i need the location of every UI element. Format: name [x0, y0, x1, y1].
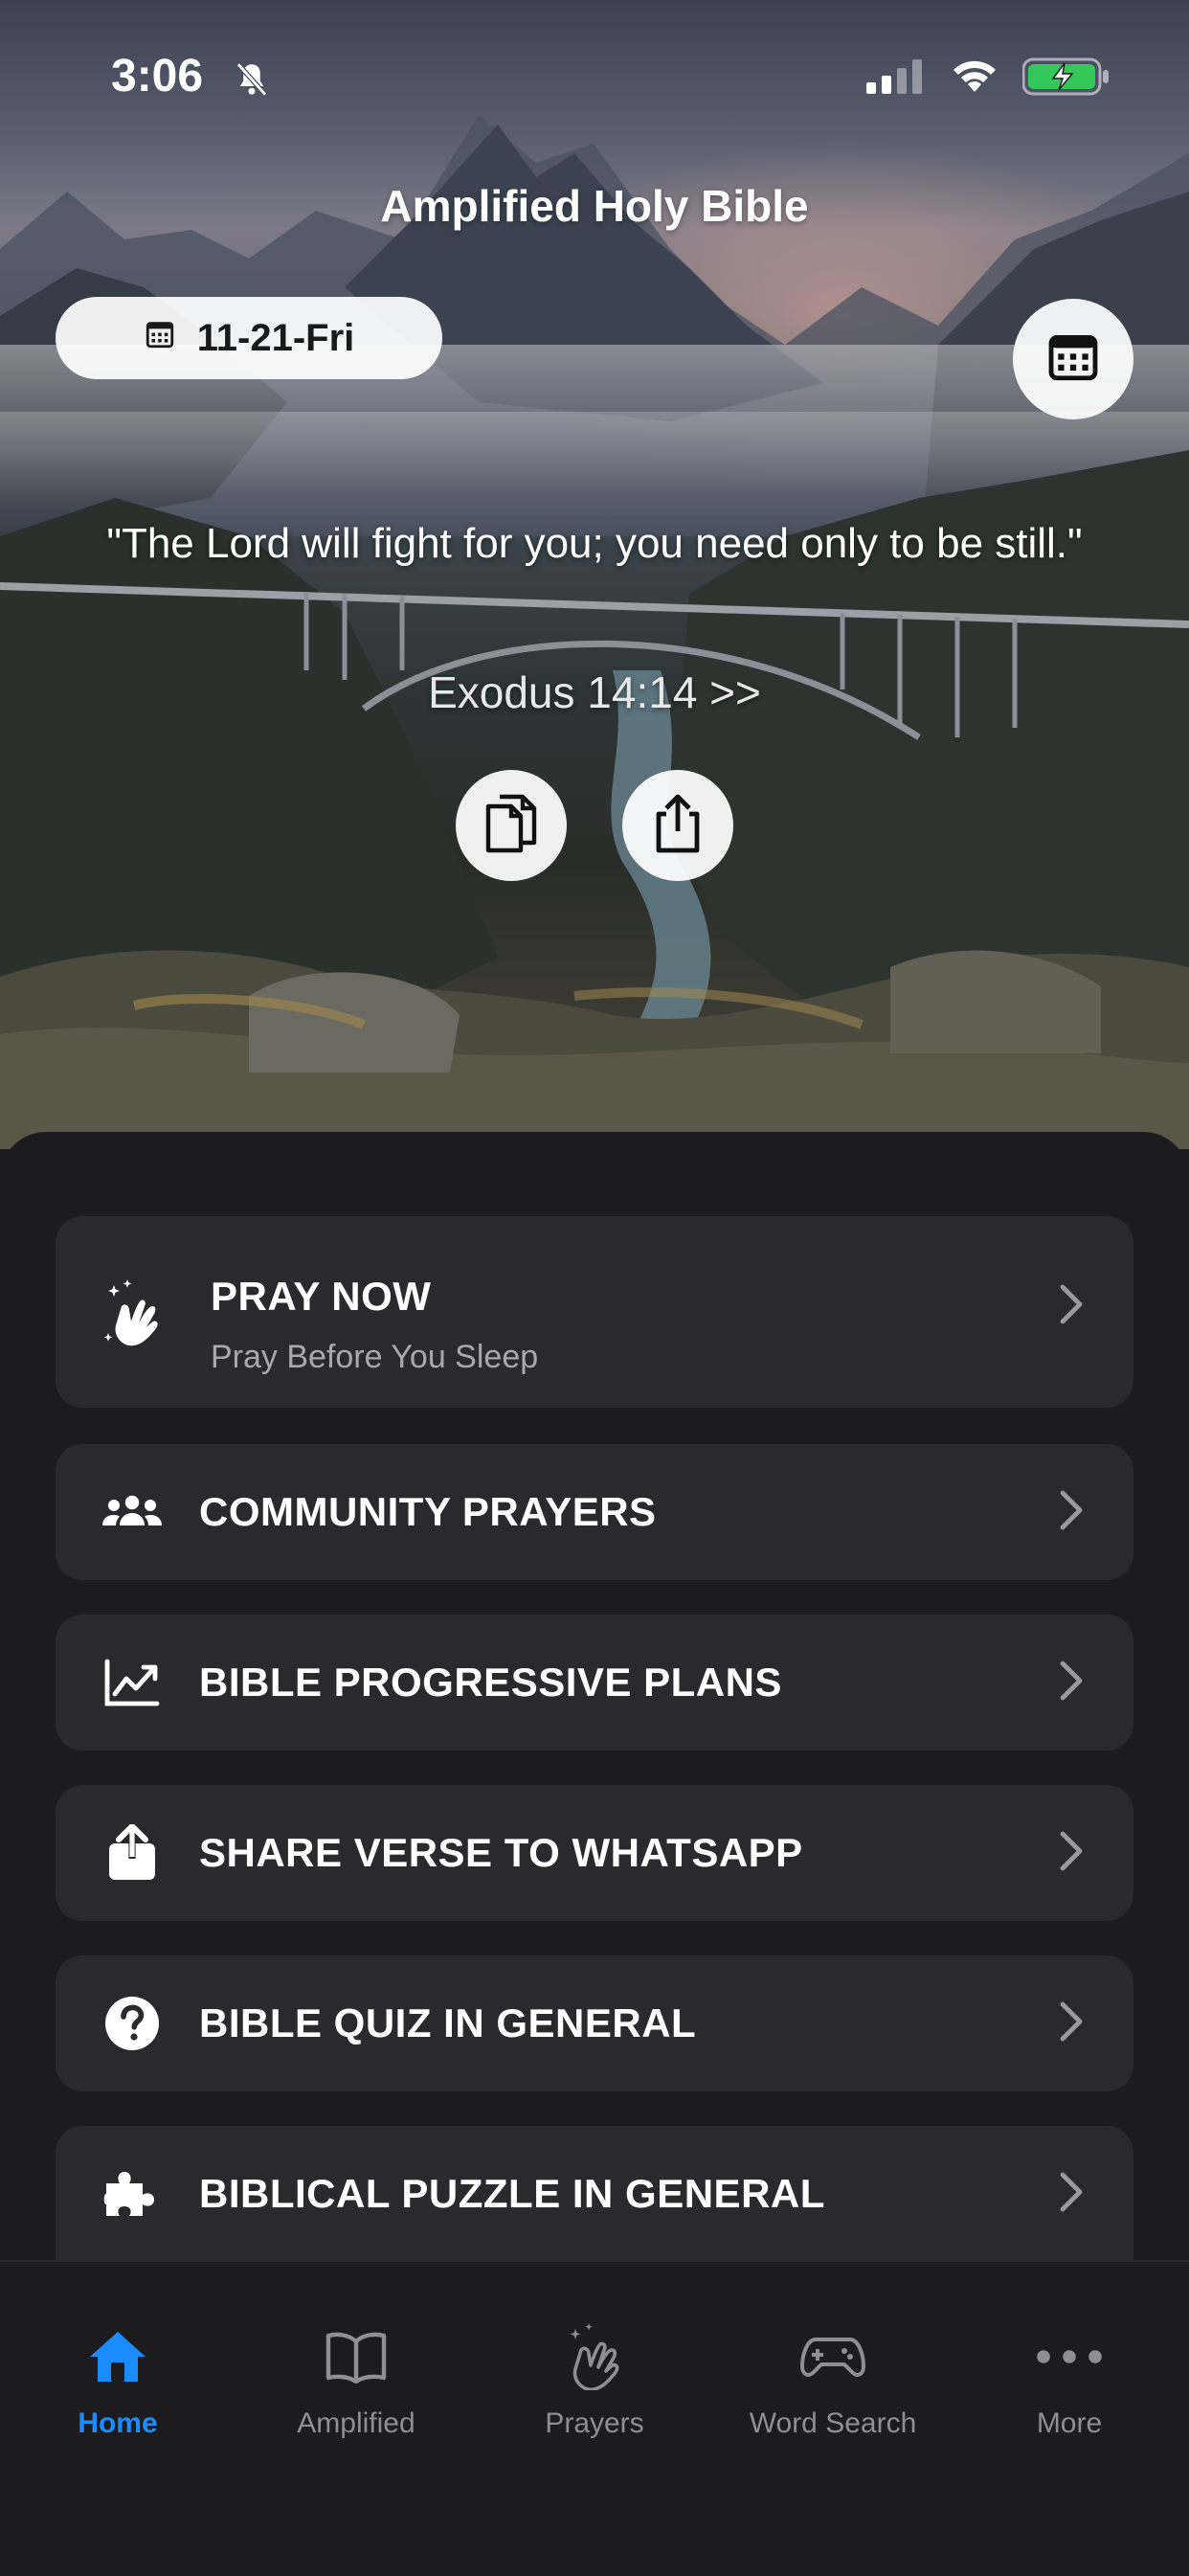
- cellular-signal-icon: [866, 59, 926, 99]
- date-label: 11-21-Fri: [196, 316, 355, 359]
- share-verse-button[interactable]: [622, 770, 733, 881]
- more-dots-icon: [974, 2323, 1165, 2390]
- verse-reference-link[interactable]: Exodus 14:14 >>: [0, 667, 1189, 718]
- menu-item-label: BIBLICAL PUZZLE IN GENERAL: [199, 2171, 825, 2216]
- share-icon: [649, 791, 707, 861]
- pray-now-title: PRAY NOW: [211, 1274, 432, 1319]
- tab-label: Amplified: [297, 2407, 415, 2439]
- hero-background: 3:06 Amplified Holy Bible 11-21-Fri "The…: [0, 0, 1189, 1149]
- menu-item-share-verse-whatsapp[interactable]: SHARE VERSE TO WHATSAPP: [56, 1785, 1133, 1921]
- tab-label: More: [1036, 2407, 1103, 2439]
- bottom-tab-bar: Home Amplified Prayers Word Search More: [0, 2260, 1189, 2576]
- chevron-right-icon: [1059, 2171, 1084, 2218]
- wifi-icon: [950, 57, 999, 101]
- chevron-right-icon: [1059, 2000, 1084, 2047]
- menu-item-bible-progressive-plans[interactable]: BIBLE PROGRESSIVE PLANS: [56, 1615, 1133, 1751]
- chevron-right-icon: [1059, 1830, 1084, 1877]
- copy-icon: [481, 791, 542, 861]
- tab-label: Word Search: [749, 2407, 917, 2439]
- status-time: 3:06: [111, 51, 204, 102]
- puzzle-icon: [101, 2163, 163, 2225]
- app-title: Amplified Holy Bible: [380, 181, 809, 231]
- bell-muted-icon: [232, 59, 272, 104]
- people-group-icon: [101, 1481, 163, 1543]
- date-selector-button[interactable]: 11-21-Fri: [56, 297, 442, 379]
- gamepad-icon: [737, 2323, 929, 2390]
- tab-amplified[interactable]: Amplified: [260, 2323, 452, 2440]
- menu-item-community-prayers[interactable]: COMMUNITY PRAYERS: [56, 1444, 1133, 1580]
- pray-now-card[interactable]: PRAY NOW Pray Before You Sleep: [56, 1216, 1133, 1408]
- pray-now-subtitle: Pray Before You Sleep: [211, 1339, 539, 1375]
- menu-item-label: COMMUNITY PRAYERS: [199, 1489, 657, 1534]
- chevron-right-icon: [1059, 1660, 1084, 1706]
- menu-item-label: SHARE VERSE TO WHATSAPP: [199, 1830, 803, 1875]
- book-icon: [260, 2323, 452, 2390]
- chevron-right-icon: [1059, 1283, 1084, 1330]
- calendar-button[interactable]: [1013, 299, 1133, 419]
- mountain-landscape-image: [0, 115, 1189, 1149]
- tab-label: Prayers: [545, 2407, 644, 2439]
- calendar-icon: [1045, 329, 1101, 390]
- tab-label: Home: [78, 2407, 158, 2439]
- chart-line-icon: [101, 1652, 163, 1713]
- tab-home[interactable]: Home: [22, 2323, 213, 2440]
- tab-word-search[interactable]: Word Search: [737, 2323, 929, 2440]
- battery-charging-icon: [1021, 57, 1110, 101]
- praying-hands-icon: [499, 2323, 690, 2390]
- tab-more[interactable]: More: [974, 2323, 1165, 2440]
- calendar-small-icon: [144, 317, 176, 360]
- home-icon: [22, 2323, 213, 2390]
- menu-item-label: BIBLE PROGRESSIVE PLANS: [199, 1660, 782, 1705]
- menu-item-bible-quiz[interactable]: BIBLE QUIZ IN GENERAL: [56, 1955, 1133, 2091]
- menu-item-biblical-puzzle[interactable]: BIBLICAL PUZZLE IN GENERAL: [56, 2126, 1133, 2262]
- verse-text: "The Lord will fight for you; you need o…: [106, 520, 1083, 567]
- menu-item-label: BIBLE QUIZ IN GENERAL: [199, 2000, 697, 2045]
- menu-panel: PRAY NOW Pray Before You Sleep COMMUNITY…: [0, 1132, 1189, 2262]
- copy-verse-button[interactable]: [456, 770, 567, 881]
- status-bar: 3:06: [0, 0, 1189, 144]
- share-icon: [101, 1822, 163, 1884]
- tab-prayers[interactable]: Prayers: [499, 2323, 690, 2440]
- praying-hands-icon: [101, 1279, 170, 1350]
- question-circle-icon: [101, 1993, 163, 2054]
- chevron-right-icon: [1059, 1489, 1084, 1536]
